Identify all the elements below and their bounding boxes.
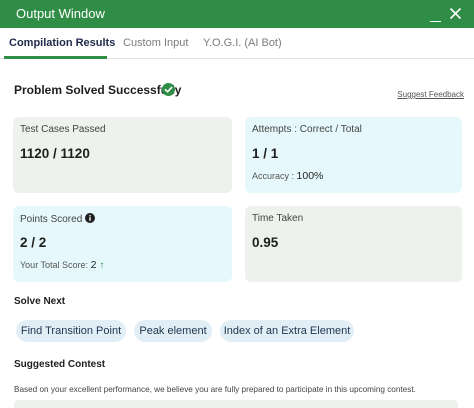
tab-custom-input[interactable]: Custom Input	[123, 37, 188, 49]
check-circle-icon	[162, 83, 175, 96]
attempts-label: Attempts : Correct / Total	[252, 124, 362, 135]
problem-chip-peak-element[interactable]: Peak element	[134, 320, 212, 342]
contest-card[interactable]	[14, 400, 458, 408]
suggested-contest-title: Suggested Contest	[14, 359, 106, 370]
problem-chip-index-extra-element[interactable]: Index of an Extra Element	[220, 320, 354, 342]
suggest-feedback-link[interactable]: Suggest Feedback	[397, 90, 464, 99]
problem-chip-find-transition-point[interactable]: Find Transition Point	[16, 320, 126, 342]
solve-next-title: Solve Next	[14, 296, 66, 307]
active-tab-indicator	[4, 56, 107, 59]
close-icon	[449, 7, 462, 20]
time-value: 0.95	[252, 235, 279, 250]
attempts-card: Attempts : Correct / Total 1 / 1 Accurac…	[245, 117, 462, 193]
points-label: Points Scored	[20, 214, 83, 225]
tab-compilation-results[interactable]: Compilation Results	[9, 37, 115, 49]
arrow-up-icon: ↑	[99, 260, 105, 271]
minimize-icon	[430, 20, 441, 22]
accuracy-value: 100%	[296, 170, 324, 182]
test-cases-value: 1120 / 1120	[20, 146, 90, 161]
window-titlebar: Output Window	[0, 0, 474, 28]
accuracy-row: Accuracy : 100%	[252, 170, 323, 182]
accuracy-label: Accuracy :	[252, 171, 295, 181]
close-button[interactable]	[449, 7, 462, 20]
test-cases-label: Test Cases Passed	[20, 124, 106, 135]
minimize-button[interactable]	[430, 10, 441, 22]
test-cases-card: Test Cases Passed 1120 / 1120	[13, 117, 232, 193]
tab-bar: Compilation Results Custom Input Y.O.G.I…	[0, 28, 474, 59]
attempts-value: 1 / 1	[252, 146, 279, 161]
points-label-row: Points Scored	[20, 213, 96, 225]
tab-yogi-ai-bot[interactable]: Y.O.G.I. (AI Bot)	[203, 37, 282, 49]
time-card: Time Taken 0.95	[245, 206, 462, 282]
result-status: Problem Solved Successfully	[14, 83, 182, 97]
total-score-label: Your Total Score:	[20, 260, 89, 270]
time-label: Time Taken	[252, 213, 304, 224]
total-score-value: 2	[90, 259, 97, 271]
points-value: 2 / 2	[20, 235, 47, 250]
window-title: Output Window	[16, 6, 105, 21]
contest-description: Based on your excellent performance, we …	[14, 385, 416, 394]
points-card: Points Scored 2 / 2 Your Total Score: 2 ↑	[13, 206, 232, 282]
info-icon[interactable]	[85, 213, 96, 223]
total-score-row: Your Total Score: 2 ↑	[20, 259, 104, 271]
